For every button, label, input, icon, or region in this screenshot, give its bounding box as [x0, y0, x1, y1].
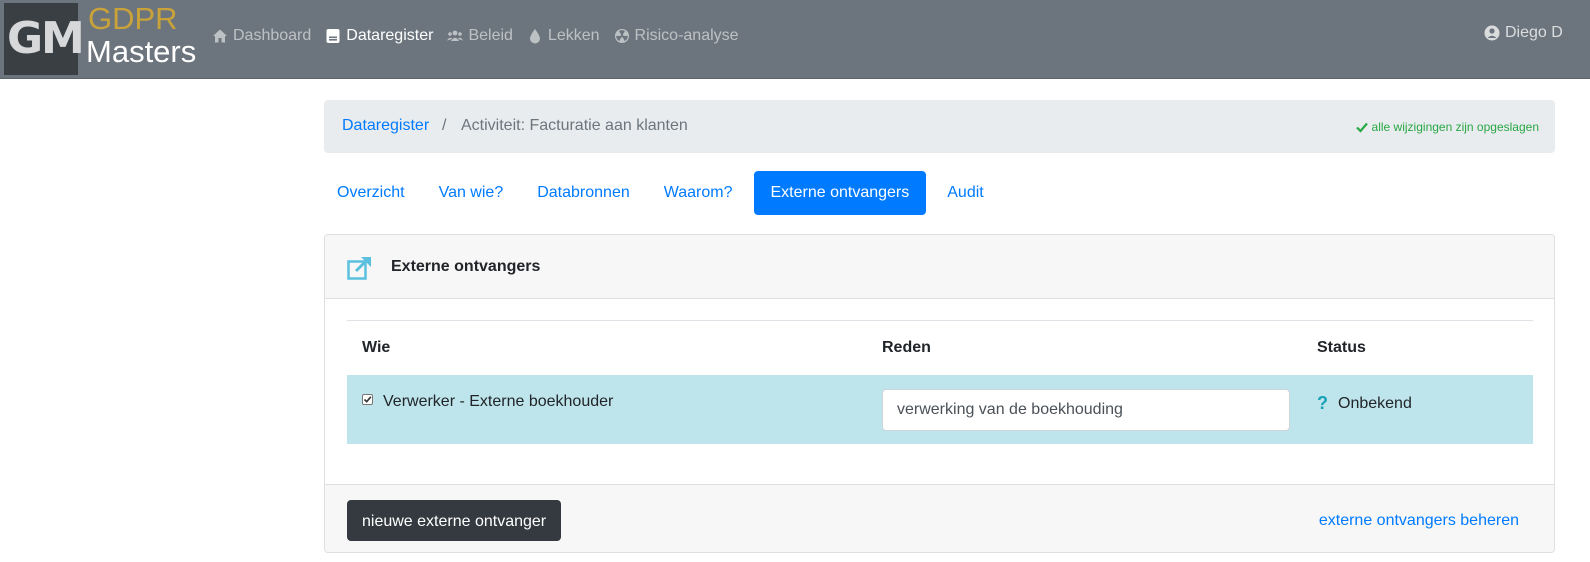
nav-item-dashboard[interactable]: Dashboard [212, 27, 311, 45]
brand-name-bottom: Masters [86, 34, 197, 69]
column-header-who: Wie [362, 339, 391, 356]
tab-van-wie[interactable]: Van wie? [426, 171, 517, 215]
logo-mark: G M [4, 3, 85, 75]
logo-letter-m: M [41, 13, 85, 64]
user-name: Diego D [1505, 24, 1563, 41]
nav-item-label: Beleid [468, 27, 513, 44]
breadcrumb-link-dataregister[interactable]: Dataregister [342, 117, 429, 135]
tab-databronnen[interactable]: Databronnen [524, 171, 643, 215]
reason-input[interactable] [882, 389, 1290, 431]
logo-letter-g: G [7, 13, 44, 64]
card-footer: nieuwe externe ontvanger externe ontvang… [325, 484, 1554, 552]
nav-item-risico-analyse[interactable]: Risico-analyse [614, 27, 739, 45]
save-status: alle wijzigingen zijn opgeslagen [1355, 120, 1539, 134]
status-text: Onbekend [1338, 394, 1412, 412]
top-navbar: G M GDPR Masters Dashboard Dataregister … [0, 0, 1590, 79]
table-row: Verwerker - Externe boekhouder ? Onbeken… [347, 375, 1533, 444]
breadcrumb-separator: / [442, 117, 447, 134]
row-checkbox[interactable] [362, 394, 373, 405]
activity-tabs: Overzicht Van wie? Databronnen Waarom? E… [324, 171, 1005, 215]
card-title: Externe ontvangers [391, 258, 541, 275]
column-header-reason: Reden [882, 339, 931, 356]
save-status-text: alle wijzigingen zijn opgeslagen [1371, 120, 1539, 134]
column-header-status: Status [1317, 339, 1366, 356]
manage-external-recipients-link[interactable]: externe ontvangers beheren [1319, 512, 1519, 530]
users-icon [447, 28, 464, 44]
nav-item-label: Risico-analyse [634, 27, 739, 44]
tab-audit[interactable]: Audit [934, 171, 996, 215]
check-icon [1355, 121, 1368, 133]
user-menu[interactable]: Diego D [1484, 24, 1563, 42]
nav-item-label: Dashboard [233, 27, 312, 44]
nav-item-dataregister[interactable]: Dataregister [325, 27, 433, 45]
user-circle-icon [1484, 25, 1500, 41]
new-external-recipient-button[interactable]: nieuwe externe ontvanger [347, 500, 562, 541]
status-cell: ? Onbekend [1317, 393, 1412, 414]
tab-overzicht[interactable]: Overzicht [324, 171, 418, 215]
table-divider [347, 320, 1533, 321]
card-header: Externe ontvangers [325, 235, 1554, 299]
tab-waarom[interactable]: Waarom? [651, 171, 746, 215]
main-nav: Dashboard Dataregister Beleid Lekken Ris… [212, 24, 753, 48]
external-recipients-card: Externe ontvangers Wie Reden Status Verw… [324, 234, 1555, 553]
recipient-name: Verwerker - Externe boekhouder [383, 393, 614, 410]
nav-item-label: Dataregister [346, 27, 434, 44]
droplet-icon [527, 28, 543, 44]
radiation-icon [614, 28, 630, 44]
register-icon [325, 28, 341, 44]
breadcrumb: Dataregister / Activiteit: Facturatie aa… [324, 100, 1555, 153]
brand-name-top: GDPR [88, 1, 178, 36]
home-icon [212, 28, 228, 44]
tab-externe-ontvangers[interactable]: Externe ontvangers [753, 171, 927, 215]
brand-logo[interactable]: G M GDPR Masters [0, 0, 200, 79]
breadcrumb-current: Activiteit: Facturatie aan klanten [461, 117, 688, 134]
nav-item-lekken[interactable]: Lekken [527, 27, 600, 45]
external-link-icon [347, 256, 373, 280]
question-icon: ? [1317, 393, 1328, 413]
nav-item-label: Lekken [547, 27, 600, 44]
nav-item-beleid[interactable]: Beleid [447, 27, 513, 45]
